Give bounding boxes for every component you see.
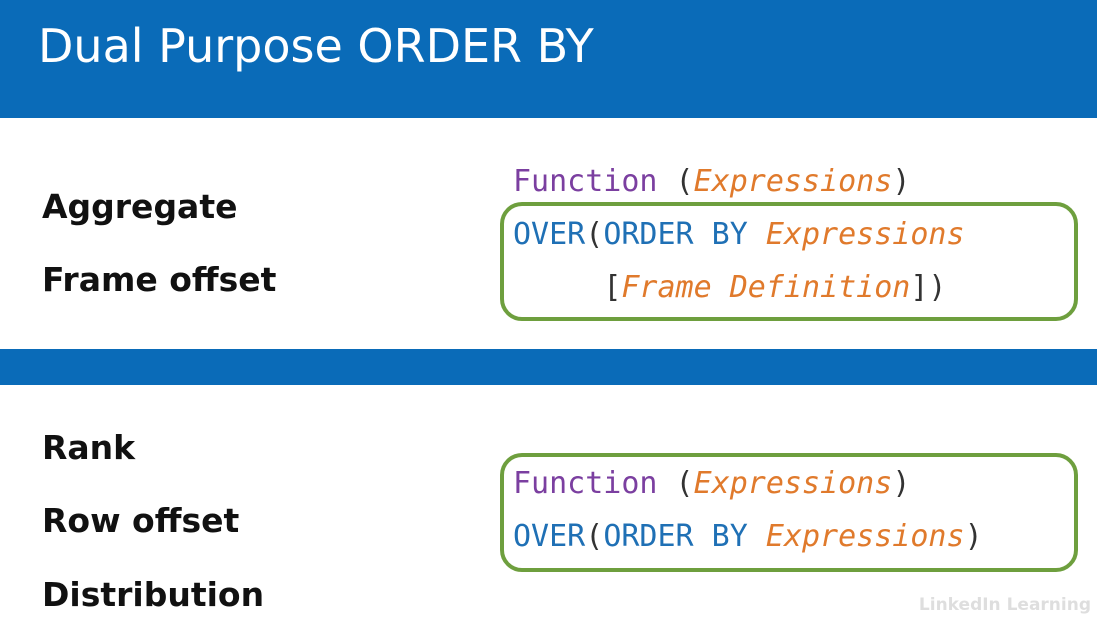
function-keyword: Function <box>513 164 658 199</box>
expressions-token: Expressions <box>693 164 893 199</box>
label-aggregate: Aggregate <box>42 187 238 226</box>
watermark-logo: LinkedIn Learning <box>918 595 1091 615</box>
over-clause-highlight-box <box>500 202 1078 321</box>
section-divider <box>0 349 1097 385</box>
label-distribution: Distribution <box>42 575 265 614</box>
slide-title: Dual Purpose ORDER BY <box>38 19 594 73</box>
title-banner: Dual Purpose ORDER BY <box>0 0 1097 118</box>
label-row-offset: Row offset <box>42 501 240 540</box>
code-line-function: Function (Expressions) <box>513 162 910 202</box>
paren-open: ( <box>657 164 694 199</box>
window-function-highlight-box <box>500 453 1078 572</box>
label-rank: Rank <box>42 428 136 467</box>
paren-close: ) <box>892 164 911 199</box>
label-frame-offset: Frame offset <box>42 260 277 299</box>
